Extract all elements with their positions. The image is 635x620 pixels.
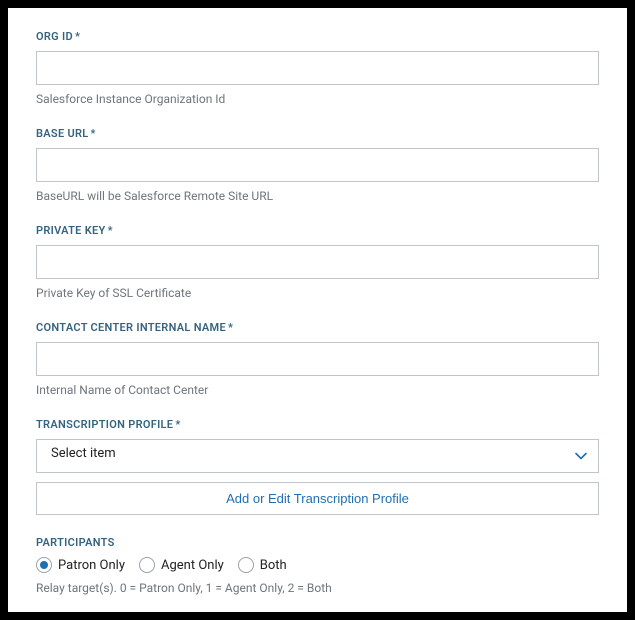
form-panel: ORG ID* Salesforce Instance Organization…	[8, 8, 627, 612]
add-edit-transcription-profile-button[interactable]: Add or Edit Transcription Profile	[36, 482, 599, 515]
required-asterisk: *	[75, 30, 80, 43]
radio-icon	[238, 557, 254, 573]
required-asterisk: *	[175, 418, 180, 431]
private-key-label: PRIVATE KEY*	[36, 224, 599, 237]
field-group-transcription-profile: TRANSCRIPTION PROFILE* Select item Add o…	[36, 418, 599, 515]
transcription-profile-label: TRANSCRIPTION PROFILE*	[36, 418, 599, 431]
private-key-help: Private Key of SSL Certificate	[36, 286, 599, 300]
radio-icon	[139, 557, 155, 573]
radio-option-agent-only[interactable]: Agent Only	[139, 557, 224, 573]
base-url-label: BASE URL*	[36, 127, 599, 140]
org-id-label-text: ORG ID	[36, 30, 73, 43]
transcription-profile-select-wrap: Select item	[36, 439, 599, 473]
base-url-label-text: BASE URL	[36, 127, 89, 140]
required-asterisk: *	[108, 224, 113, 237]
field-group-org-id: ORG ID* Salesforce Instance Organization…	[36, 30, 599, 106]
base-url-help: BaseURL will be Salesforce Remote Site U…	[36, 189, 599, 203]
org-id-label: ORG ID*	[36, 30, 599, 43]
radio-option-both[interactable]: Both	[238, 557, 287, 573]
contact-center-input[interactable]	[36, 342, 599, 376]
transcription-profile-label-text: TRANSCRIPTION PROFILE	[36, 418, 173, 431]
org-id-input[interactable]	[36, 51, 599, 85]
field-group-contact-center: CONTACT CENTER INTERNAL NAME* Internal N…	[36, 321, 599, 397]
contact-center-help: Internal Name of Contact Center	[36, 383, 599, 397]
org-id-help: Salesforce Instance Organization Id	[36, 92, 599, 106]
radio-label-patron: Patron Only	[58, 558, 125, 573]
field-group-private-key: PRIVATE KEY* Private Key of SSL Certific…	[36, 224, 599, 300]
field-group-participants: PARTICIPANTS Patron Only Agent Only Both…	[36, 536, 599, 595]
field-group-base-url: BASE URL* BaseURL will be Salesforce Rem…	[36, 127, 599, 203]
participants-label: PARTICIPANTS	[36, 536, 599, 549]
participants-radio-group: Patron Only Agent Only Both	[36, 557, 599, 573]
radio-label-agent: Agent Only	[161, 558, 224, 573]
radio-label-both: Both	[260, 558, 287, 573]
base-url-input[interactable]	[36, 148, 599, 182]
private-key-input[interactable]	[36, 245, 599, 279]
participants-help: Relay target(s). 0 = Patron Only, 1 = Ag…	[36, 581, 599, 595]
transcription-profile-select[interactable]: Select item	[36, 439, 599, 473]
radio-option-patron-only[interactable]: Patron Only	[36, 557, 125, 573]
required-asterisk: *	[228, 321, 233, 334]
contact-center-label-text: CONTACT CENTER INTERNAL NAME	[36, 321, 226, 334]
private-key-label-text: PRIVATE KEY	[36, 224, 106, 237]
required-asterisk: *	[91, 127, 96, 140]
radio-icon	[36, 557, 52, 573]
contact-center-label: CONTACT CENTER INTERNAL NAME*	[36, 321, 599, 334]
